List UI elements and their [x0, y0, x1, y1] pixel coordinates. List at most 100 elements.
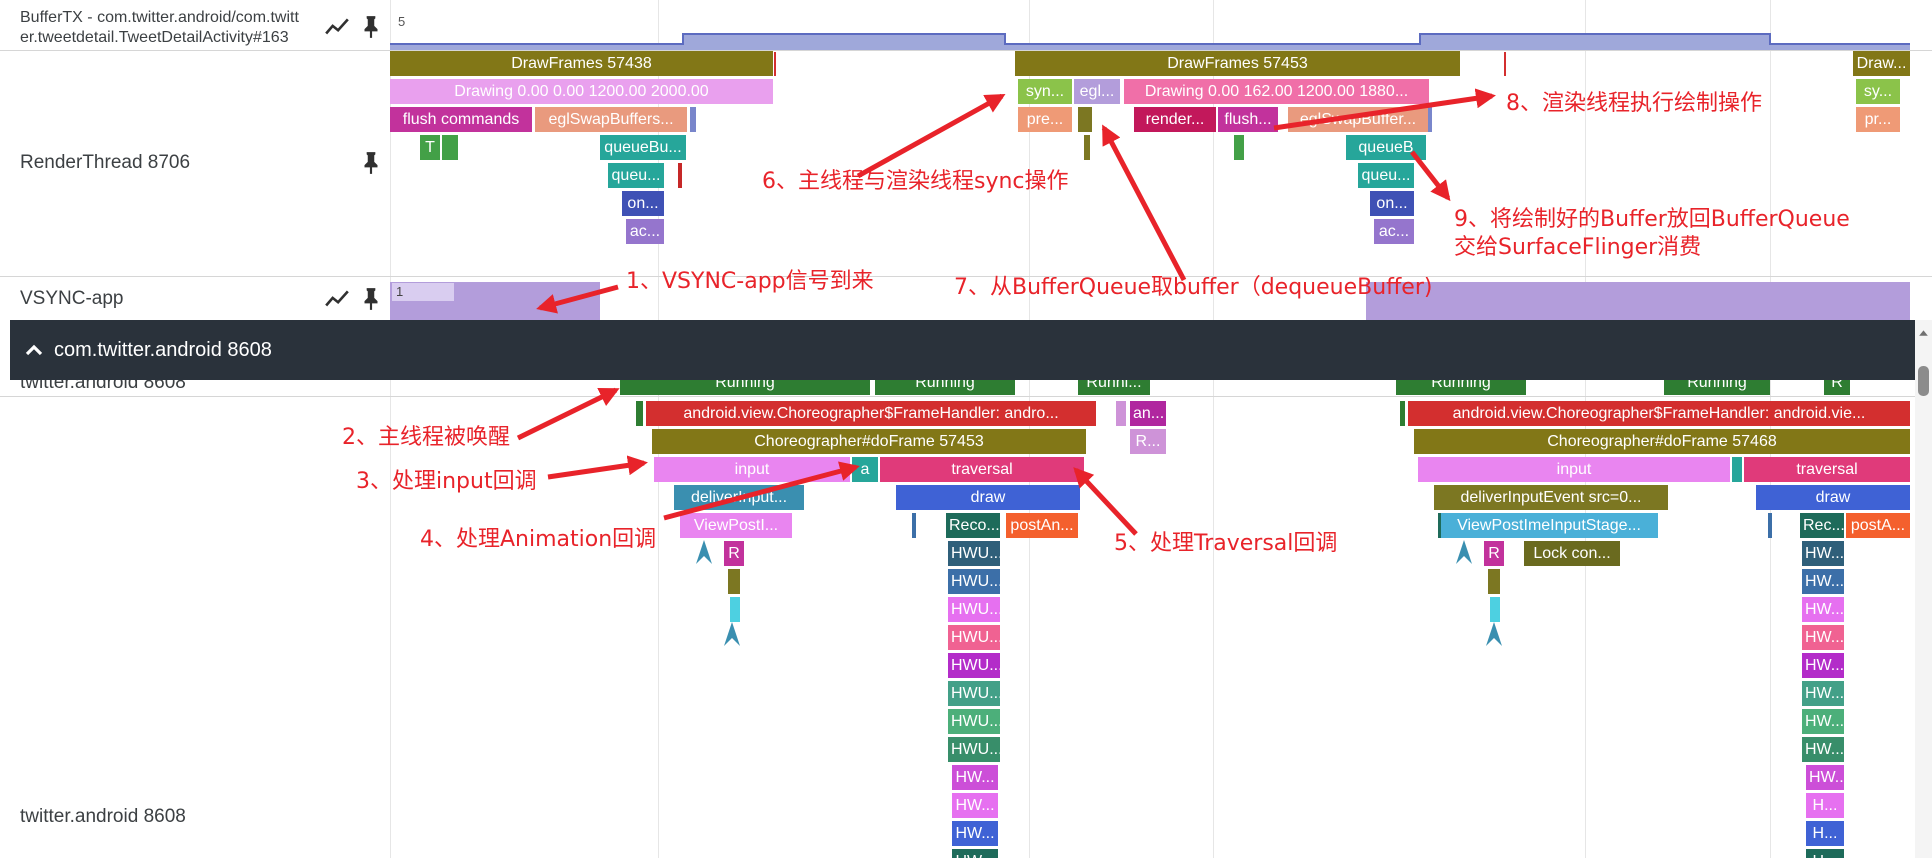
trace-slice[interactable]: ViewPostImeInputStage...	[1440, 513, 1658, 538]
trace-slice[interactable]	[1078, 107, 1092, 132]
trace-slice[interactable]: HW...	[952, 765, 998, 790]
trace-slice[interactable]: Choreographer#doFrame 57468	[1414, 429, 1910, 454]
trace-slice[interactable]: flush commands	[390, 107, 532, 132]
vertical-scrollbar[interactable]	[1915, 320, 1932, 858]
vsync-value: 1	[392, 283, 454, 301]
trace-slice[interactable]: syn...	[1018, 79, 1072, 104]
trace-slice[interactable]: HW...	[952, 821, 998, 846]
annotation-6: 6、主线程与渲染线程sync操作	[762, 169, 1069, 194]
trace-slice[interactable]: traversal	[1744, 457, 1910, 482]
trace-slice[interactable]: Reco...	[946, 513, 1000, 538]
trace-slice[interactable]: android.view.Choreographer$FrameHandler:…	[1408, 401, 1910, 426]
trace-slice[interactable]	[1490, 597, 1500, 622]
chart-line-icon[interactable]	[324, 286, 350, 312]
chevron-up-icon[interactable]	[22, 338, 46, 362]
trace-slice[interactable]: draw	[1756, 485, 1910, 510]
trace-slice[interactable]: pr...	[1856, 107, 1900, 132]
trace-slice[interactable]: HWU...	[948, 709, 1000, 734]
trace-slice[interactable]: android.view.Choreographer$FrameHandler:…	[646, 401, 1096, 426]
trace-slice[interactable]: deliverInput...	[674, 485, 804, 510]
trace-slice[interactable]: HW...	[1802, 681, 1844, 706]
trace-slice[interactable]: queu...	[1358, 163, 1414, 188]
trace-slice[interactable]: traversal	[880, 457, 1084, 482]
trace-slice[interactable]	[728, 569, 740, 594]
trace-slice[interactable]: H...	[1806, 793, 1844, 818]
arrow-7	[1101, 124, 1187, 282]
trace-slice[interactable]: Choreographer#doFrame 57453	[652, 429, 1086, 454]
trace-slice[interactable]	[1234, 135, 1244, 160]
trace-slice[interactable]: draw	[896, 485, 1080, 510]
scrollbar-thumb[interactable]	[1918, 366, 1929, 396]
trace-slice[interactable]: HW...	[1802, 541, 1844, 566]
trace-slice[interactable]: R	[724, 541, 744, 566]
trace-slice[interactable]: on...	[1370, 191, 1414, 216]
trace-slice[interactable]: HW...	[1802, 569, 1844, 594]
trace-slice[interactable]: egl...	[1074, 79, 1120, 104]
slice-marker	[1438, 513, 1441, 538]
arrow-6	[856, 93, 1006, 179]
arrow-3	[547, 455, 648, 480]
slice-marker	[1116, 401, 1126, 426]
trace-slice[interactable]: queu...	[608, 163, 664, 188]
trace-slice[interactable]: HWU...	[948, 569, 1000, 594]
vsync-track-label: VSYNC-app	[20, 288, 124, 309]
pin-icon[interactable]	[358, 286, 384, 312]
trace-slice[interactable]: HW...	[1806, 765, 1844, 790]
trace-slice[interactable]: R	[1484, 541, 1504, 566]
trace-slice[interactable]: HWU...	[948, 737, 1000, 762]
trace-slice[interactable]	[1732, 457, 1742, 482]
trace-slice[interactable]: HWU...	[948, 541, 1000, 566]
trace-slice[interactable]: eglSwapBuffers...	[535, 107, 687, 132]
trace-slice[interactable]: ac...	[1374, 219, 1414, 244]
trace-slice[interactable]: sy...	[1856, 79, 1900, 104]
trace-slice[interactable]: Drawing 0.00 0.00 1200.00 2000.00	[390, 79, 773, 104]
scroll-up-icon[interactable]	[1917, 326, 1930, 339]
trace-slice[interactable]: R...	[1130, 429, 1166, 454]
trace-slice[interactable]: queueB	[1346, 135, 1426, 160]
trace-slice[interactable]: HW...	[952, 849, 998, 858]
trace-slice[interactable]: T	[420, 135, 440, 160]
trace-slice[interactable]: HW...	[1802, 625, 1844, 650]
trace-slice[interactable]: postAn...	[1006, 513, 1078, 538]
trace-slice[interactable]: render...	[1134, 107, 1216, 132]
trace-slice[interactable]	[730, 597, 740, 622]
trace-slice[interactable]: Lock con...	[1524, 541, 1620, 566]
trace-slice[interactable]: HWU...	[948, 625, 1000, 650]
slice-marker	[912, 513, 916, 538]
trace-slice[interactable]: H...	[1806, 821, 1844, 846]
pin-icon[interactable]	[358, 150, 384, 176]
trace-slice[interactable]: flush...	[1218, 107, 1278, 132]
trace-slice[interactable]: HWU...	[948, 653, 1000, 678]
trace-slice[interactable]: postA...	[1846, 513, 1910, 538]
pin-icon[interactable]	[358, 14, 384, 40]
trace-slice[interactable]: Drawing 0.00 162.00 1200.00 1880...	[1124, 79, 1429, 104]
trace-slice[interactable]: HW...	[1802, 653, 1844, 678]
trace-slice[interactable]: DrawFrames 57438	[390, 51, 773, 76]
trace-slice[interactable]: ac...	[626, 219, 664, 244]
process-group-header[interactable]: com.twitter.android 8608	[10, 320, 1915, 380]
trace-slice[interactable]: an...	[1130, 401, 1166, 426]
trace-slice[interactable]: HW...	[1802, 597, 1844, 622]
trace-slice[interactable]: Rec...	[1800, 513, 1844, 538]
trace-slice[interactable]	[442, 135, 458, 160]
chart-line-icon[interactable]	[324, 14, 350, 40]
trace-slice[interactable]: queueBu...	[600, 135, 686, 160]
trace-slice[interactable]: HW...	[1802, 737, 1844, 762]
trace-slice[interactable]: ViewPostI...	[680, 513, 792, 538]
trace-slice[interactable]: pre...	[1018, 107, 1072, 132]
trace-slice[interactable]: HWU...	[948, 597, 1000, 622]
trace-slice[interactable]: input	[1418, 457, 1730, 482]
arrow-marker-icon	[1486, 622, 1502, 646]
trace-slice[interactable]: a	[852, 457, 878, 482]
trace-slice[interactable]: HWU...	[948, 681, 1000, 706]
trace-slice[interactable]: deliverInputEvent src=0...	[1434, 485, 1668, 510]
trace-slice[interactable]: H...	[1806, 849, 1844, 858]
trace-slice[interactable]: eglSwapBuffer...	[1288, 107, 1428, 132]
trace-slice[interactable]: HW...	[1802, 709, 1844, 734]
trace-slice[interactable]: Draw...	[1853, 51, 1910, 76]
trace-slice[interactable]: DrawFrames 57453	[1015, 51, 1460, 76]
trace-slice[interactable]: input	[654, 457, 850, 482]
trace-slice[interactable]: on...	[622, 191, 664, 216]
trace-slice[interactable]	[1488, 569, 1500, 594]
trace-slice[interactable]: HW...	[952, 793, 998, 818]
